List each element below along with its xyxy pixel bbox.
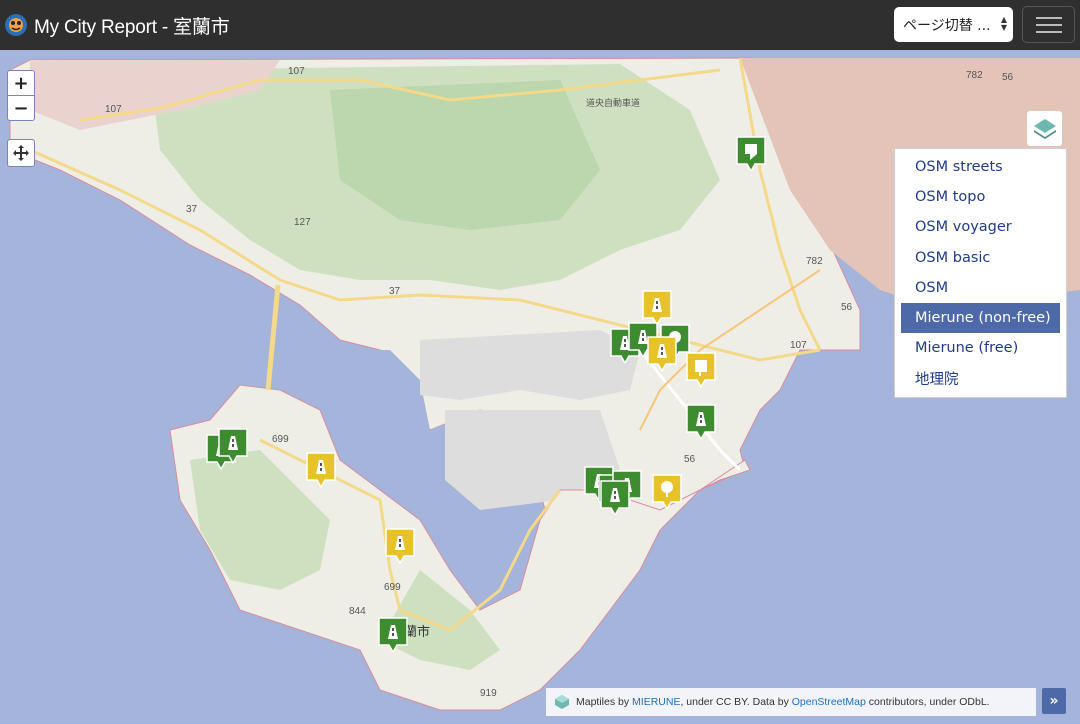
menu-bar-icon	[1036, 24, 1062, 26]
road-icon	[647, 336, 677, 372]
attribution-toggle-button[interactable]: »	[1042, 688, 1066, 714]
route-107-label: 107	[790, 340, 807, 351]
zoom-in-button[interactable]: +	[8, 71, 34, 95]
zoom-control: + −	[7, 70, 35, 121]
page-switch-label: ページ切替 ...	[903, 17, 991, 34]
sign-icon	[686, 352, 716, 388]
report-marker[interactable]	[378, 617, 408, 653]
layer-option[interactable]: Mierune (non-free)	[901, 302, 1060, 334]
route-37-label: 37	[186, 204, 198, 215]
expressway-label: 道央自動車道	[586, 97, 640, 108]
route-919-label: 919	[480, 688, 497, 699]
flag-icon	[736, 136, 766, 172]
report-marker[interactable]	[686, 352, 716, 388]
report-marker[interactable]	[736, 136, 766, 172]
route-107-label: 107	[288, 66, 305, 77]
route-844-label: 844	[349, 606, 366, 617]
route-127-label: 127	[294, 217, 311, 228]
app-title: My City Report - 室蘭市	[34, 16, 230, 38]
attribution-suffix: contributors, under ODbL.	[865, 696, 990, 708]
road-icon	[642, 290, 672, 326]
attribution-prefix: Maptiles by	[576, 696, 633, 708]
road-icon	[218, 428, 248, 464]
navbar: My City Report - 室蘭市 ページ切替 ... ▲ ▼	[0, 0, 1080, 50]
report-marker[interactable]	[218, 428, 248, 464]
mierune-logo-icon	[555, 695, 569, 709]
road-icon	[378, 617, 408, 653]
layers-icon	[1033, 118, 1056, 139]
layer-option[interactable]: Mierune (free)	[895, 333, 1066, 363]
app-logo-icon	[5, 14, 27, 36]
layer-switcher-button[interactable]	[1027, 111, 1062, 146]
select-arrows-icon: ▲ ▼	[1000, 15, 1007, 32]
route-37-label: 37	[389, 286, 401, 297]
route-56-label: 56	[841, 302, 853, 313]
pan-button[interactable]	[7, 139, 35, 167]
report-marker[interactable]	[686, 404, 716, 440]
layer-option[interactable]: OSM	[895, 273, 1066, 303]
layer-option[interactable]: OSM topo	[895, 182, 1066, 212]
tree-icon	[652, 474, 682, 510]
layer-option[interactable]: OSM basic	[895, 243, 1066, 273]
route-782-label: 782	[806, 256, 823, 267]
report-marker[interactable]	[652, 474, 682, 510]
zoom-out-button[interactable]: −	[8, 95, 34, 120]
route-782-label: 782	[966, 70, 983, 81]
osm-link[interactable]: OpenStreetMap	[792, 696, 866, 708]
menu-toggle-button[interactable]	[1022, 6, 1075, 43]
route-56-label: 56	[684, 454, 696, 465]
attribution: Maptiles by MIERUNE , under CC BY. Data …	[546, 688, 1036, 716]
brand[interactable]: My City Report - 室蘭市	[0, 0, 230, 50]
pier	[420, 330, 640, 400]
page-switch-select[interactable]: ページ切替 ... ▲ ▼	[894, 7, 1013, 42]
mierune-link[interactable]: MIERUNE	[632, 696, 680, 708]
attribution-middle: , under CC BY. Data by	[680, 696, 792, 708]
layer-option[interactable]: OSM voyager	[895, 212, 1066, 242]
menu-bar-icon	[1036, 31, 1062, 33]
report-marker[interactable]	[600, 480, 630, 516]
report-marker[interactable]	[642, 290, 672, 326]
menu-bar-icon	[1036, 17, 1062, 19]
route-699-label: 699	[272, 434, 289, 445]
layer-menu: OSM streets OSM topo OSM voyager OSM basic O…	[894, 148, 1067, 398]
road-icon	[306, 452, 336, 488]
road-icon	[600, 480, 630, 516]
layer-option[interactable]: OSM streets	[895, 152, 1066, 182]
road-icon	[385, 528, 415, 564]
route-699-label: 699	[384, 582, 401, 593]
route-107-label: 107	[105, 104, 122, 115]
report-marker[interactable]	[647, 336, 677, 372]
layer-option[interactable]: 地理院	[895, 363, 1066, 393]
report-marker[interactable]	[306, 452, 336, 488]
road-icon	[686, 404, 716, 440]
route-56-label: 56	[1002, 72, 1014, 83]
report-marker[interactable]	[385, 528, 415, 564]
move-icon	[13, 145, 29, 161]
